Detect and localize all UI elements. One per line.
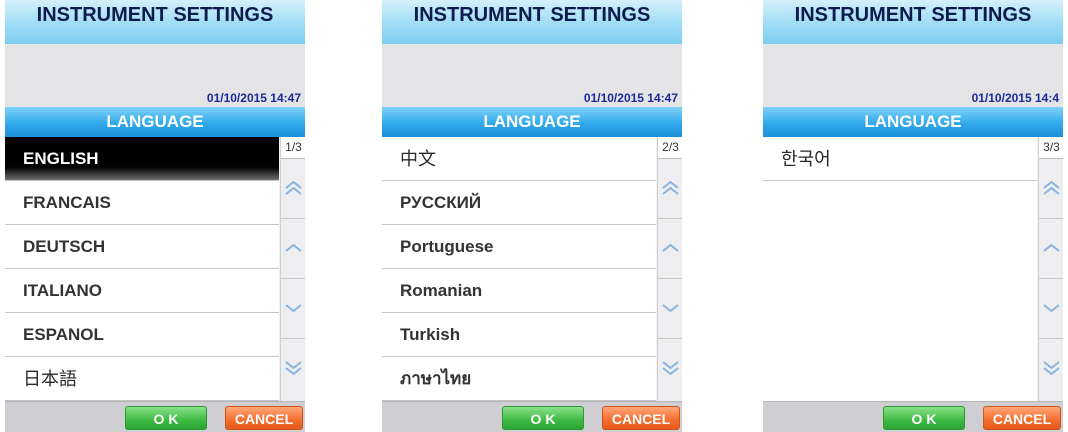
chevron-up-icon bbox=[1043, 243, 1060, 252]
ok-button[interactable]: O K bbox=[125, 406, 207, 430]
info-area: 01/10/2015 14:4 bbox=[763, 44, 1063, 107]
scroll-top-button[interactable] bbox=[281, 159, 305, 219]
scroll-bottom-button[interactable] bbox=[1039, 339, 1063, 401]
cancel-button[interactable]: CANCEL bbox=[983, 406, 1061, 430]
chevron-down-icon bbox=[1043, 304, 1060, 313]
language-list: 한국어 bbox=[763, 137, 1037, 401]
language-item-turkish[interactable]: Turkish bbox=[382, 313, 656, 357]
footer-bar: O K CANCEL bbox=[763, 401, 1063, 432]
double-chevron-up-icon bbox=[1043, 181, 1060, 195]
language-item-francais[interactable]: FRANCAIS bbox=[5, 181, 279, 225]
language-item-chinese[interactable]: 中文 bbox=[382, 137, 656, 181]
section-header: LANGUAGE bbox=[763, 107, 1063, 137]
language-item-italiano[interactable]: ITALIANO bbox=[5, 269, 279, 313]
settings-screen-page-2: INSTRUMENT SETTINGS 01/10/2015 14:47 LAN… bbox=[382, 0, 682, 432]
timestamp: 01/10/2015 14:47 bbox=[583, 91, 678, 105]
chevron-down-icon bbox=[662, 304, 679, 313]
page-indicator: 1/3 bbox=[281, 137, 305, 159]
double-chevron-down-icon bbox=[285, 361, 302, 375]
language-item-portuguese[interactable]: Portuguese bbox=[382, 225, 656, 269]
title-bar: INSTRUMENT SETTINGS bbox=[5, 0, 305, 44]
language-item-romanian[interactable]: Romanian bbox=[382, 269, 656, 313]
scroll-panel: 1/3 bbox=[280, 137, 305, 401]
scroll-panel: 3/3 bbox=[1038, 137, 1063, 401]
scroll-down-button[interactable] bbox=[1039, 279, 1063, 339]
language-item-deutsch[interactable]: DEUTSCH bbox=[5, 225, 279, 269]
double-chevron-down-icon bbox=[662, 361, 679, 375]
chevron-up-icon bbox=[285, 243, 302, 252]
section-header: LANGUAGE bbox=[5, 107, 305, 137]
language-item-espanol[interactable]: ESPANOL bbox=[5, 313, 279, 357]
cancel-button[interactable]: CANCEL bbox=[602, 406, 680, 430]
chevron-up-icon bbox=[662, 243, 679, 252]
scroll-bottom-button[interactable] bbox=[658, 339, 682, 401]
ok-button[interactable]: O K bbox=[883, 406, 965, 430]
title-bar: INSTRUMENT SETTINGS bbox=[763, 0, 1063, 44]
scroll-top-button[interactable] bbox=[658, 159, 682, 219]
language-item-korean[interactable]: 한국어 bbox=[763, 137, 1037, 181]
page-indicator: 2/3 bbox=[658, 137, 682, 159]
timestamp: 01/10/2015 14:47 bbox=[206, 91, 301, 105]
double-chevron-up-icon bbox=[285, 181, 302, 195]
footer-bar: O K CANCEL bbox=[5, 401, 305, 432]
scroll-down-button[interactable] bbox=[281, 279, 305, 339]
scroll-top-button[interactable] bbox=[1039, 159, 1063, 219]
chevron-down-icon bbox=[285, 304, 302, 313]
language-item-thai[interactable]: ภาษาไทย bbox=[382, 357, 656, 401]
settings-screen-page-3: INSTRUMENT SETTINGS 01/10/2015 14:4 LANG… bbox=[763, 0, 1063, 432]
ok-button[interactable]: O K bbox=[502, 406, 584, 430]
section-header: LANGUAGE bbox=[382, 107, 682, 137]
info-area: 01/10/2015 14:47 bbox=[5, 44, 305, 107]
settings-screen-page-1: INSTRUMENT SETTINGS 01/10/2015 14:47 LAN… bbox=[5, 0, 305, 432]
language-item-japanese[interactable]: 日本語 bbox=[5, 357, 279, 401]
page-indicator: 3/3 bbox=[1039, 137, 1063, 159]
footer-bar: O K CANCEL bbox=[382, 401, 682, 432]
info-area: 01/10/2015 14:47 bbox=[382, 44, 682, 107]
scroll-bottom-button[interactable] bbox=[281, 339, 305, 401]
cancel-button[interactable]: CANCEL bbox=[225, 406, 303, 430]
title-bar: INSTRUMENT SETTINGS bbox=[382, 0, 682, 44]
timestamp: 01/10/2015 14:4 bbox=[971, 91, 1059, 105]
scroll-up-button[interactable] bbox=[281, 219, 305, 279]
scroll-down-button[interactable] bbox=[658, 279, 682, 339]
scroll-up-button[interactable] bbox=[1039, 219, 1063, 279]
scroll-panel: 2/3 bbox=[657, 137, 682, 401]
double-chevron-up-icon bbox=[662, 181, 679, 195]
language-list: ENGLISH FRANCAIS DEUTSCH ITALIANO ESPANO… bbox=[5, 137, 279, 401]
language-item-english[interactable]: ENGLISH bbox=[5, 137, 279, 181]
scroll-up-button[interactable] bbox=[658, 219, 682, 279]
double-chevron-down-icon bbox=[1043, 361, 1060, 375]
language-list: 中文 РУССКИЙ Portuguese Romanian Turkish ภ… bbox=[382, 137, 656, 401]
language-item-russian[interactable]: РУССКИЙ bbox=[382, 181, 656, 225]
